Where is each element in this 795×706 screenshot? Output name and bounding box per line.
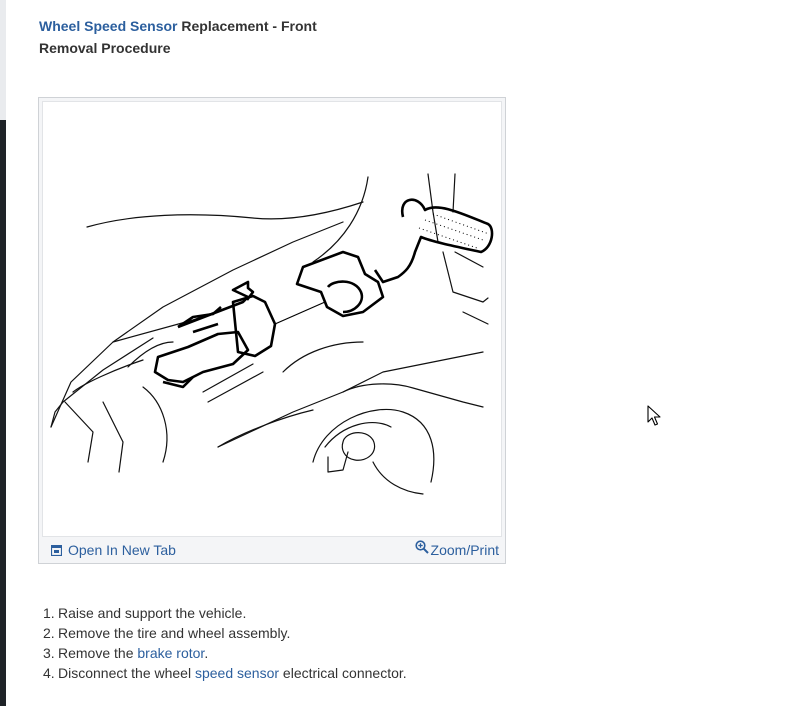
open-in-new-tab-label: Open In New Tab <box>68 542 176 558</box>
step-number: 4. <box>43 665 55 681</box>
step-number: 1. <box>43 605 55 621</box>
open-in-new-tab-icon <box>50 543 63 559</box>
window-left-edge-highlight <box>0 0 6 120</box>
title-link-wheel-speed-sensor[interactable]: Wheel Speed Sensor <box>39 18 177 34</box>
sensor-connector-diagram <box>50 173 494 495</box>
title-rest: Replacement - Front <box>181 18 317 34</box>
step-text: Disconnect the wheel <box>58 665 195 681</box>
mouse-pointer-icon <box>647 405 661 432</box>
section-subtitle: Removal Procedure <box>39 40 171 56</box>
procedure-steps: 1. Raise and support the vehicle. 2. Remov… <box>43 603 407 683</box>
illustration-image[interactable] <box>42 101 502 537</box>
illustration-toolbar: Open In New Tab Zoom/Print <box>39 537 505 563</box>
list-item: 3. Remove the brake rotor. <box>43 643 407 663</box>
zoom-print-label: Zoom/Print <box>430 542 499 558</box>
speed-sensor-link[interactable]: speed sensor <box>195 665 279 681</box>
list-item: 1. Raise and support the vehicle. <box>43 603 407 623</box>
window-left-edge <box>0 0 6 706</box>
illustration-frame: Open In New Tab Zoom/Print <box>38 97 506 564</box>
step-text-end: electrical connector. <box>279 665 407 681</box>
step-text-end: . <box>204 645 209 661</box>
zoom-print-link[interactable]: Zoom/Print <box>414 540 499 558</box>
page-title: Wheel Speed Sensor Replacement - Front <box>39 17 317 35</box>
magnifier-plus-icon <box>414 540 429 557</box>
step-number: 3. <box>43 645 55 661</box>
open-in-new-tab-link[interactable]: Open In New Tab <box>50 542 176 559</box>
brake-rotor-link[interactable]: brake rotor <box>137 645 204 661</box>
step-text: Remove the tire and wheel assembly. <box>58 625 291 641</box>
step-text: Remove the <box>58 645 138 661</box>
step-number: 2. <box>43 625 55 641</box>
list-item: 4. Disconnect the wheel speed sensor elec… <box>43 663 407 683</box>
step-text: Raise and support the vehicle. <box>58 605 247 621</box>
list-item: 2. Remove the tire and wheel assembly. <box>43 623 407 643</box>
